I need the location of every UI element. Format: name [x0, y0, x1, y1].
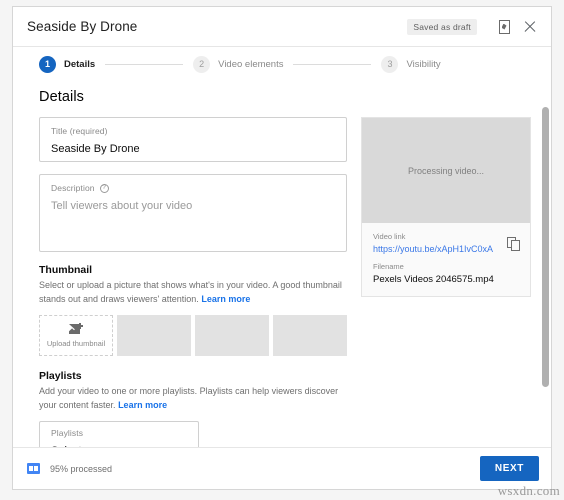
thumbnail-learn-more-link[interactable]: Learn more [201, 294, 250, 304]
step-label: Video elements [218, 58, 284, 70]
help-circle-icon[interactable]: ? [99, 183, 109, 193]
next-button[interactable]: NEXT [479, 456, 539, 481]
form-column: Title (required) Seaside By Drone Descri… [39, 117, 347, 447]
video-metadata: Video link https://youtu.be/xApH1IvC0xA … [362, 223, 530, 296]
video-link-label: Video link [373, 232, 406, 241]
send-feedback-button[interactable] [493, 16, 515, 38]
thumbnail-placeholder[interactable] [117, 315, 191, 356]
title-input[interactable]: Seaside By Drone [51, 143, 336, 155]
step-number: 1 [39, 55, 56, 73]
copy-icon[interactable] [507, 237, 520, 251]
video-preview: Processing video... [362, 118, 530, 223]
page-root: Seaside By Drone Saved as draft 1 Detail… [0, 0, 564, 500]
image-add-icon [69, 323, 83, 335]
thumbnail-placeholder[interactable] [195, 315, 269, 356]
playlists-heading: Playlists [39, 370, 82, 382]
playlists-select[interactable]: Playlists Select [39, 421, 199, 447]
scrollbar-thumb[interactable] [542, 107, 549, 387]
playlists-description-text: Add your video to one or more playlists.… [39, 386, 339, 410]
upload-status-text: 95% processed [50, 463, 113, 474]
description-field[interactable]: Description ? Tell viewers about your vi… [39, 174, 347, 252]
description-label: Description ? [51, 183, 336, 193]
playlists-description: Add your video to one or more playlists.… [39, 385, 347, 412]
body-scrollbar[interactable] [542, 85, 549, 447]
upload-status-icon [27, 463, 40, 474]
upload-video-dialog: Seaside By Drone Saved as draft 1 Detail… [12, 6, 552, 490]
filename-label: Filename [373, 262, 404, 271]
page-title: Seaside By Drone [27, 19, 138, 34]
upload-thumbnail-button[interactable]: Upload thumbnail [39, 315, 113, 356]
step-video-elements[interactable]: 2 Video elements [193, 55, 284, 73]
video-preview-card: Processing video... Video link https://y… [361, 117, 531, 297]
stepper: 1 Details 2 Video elements 3 Visibility [13, 47, 551, 81]
step-connector [293, 63, 372, 65]
step-connector [105, 63, 184, 65]
playlists-select-value: Select [51, 445, 180, 447]
step-label: Details [64, 58, 96, 70]
close-icon [523, 20, 537, 34]
thumbnail-options: Upload thumbnail [39, 315, 347, 356]
description-label-text: Description [51, 183, 95, 193]
site-watermark: wsxdn.com [497, 483, 560, 498]
metadata-spacer [373, 254, 520, 262]
playlists-learn-more-link[interactable]: Learn more [118, 400, 167, 410]
status-badge: Saved as draft [407, 18, 477, 35]
step-details[interactable]: 1 Details [39, 55, 96, 73]
thumbnail-heading: Thumbnail [39, 264, 93, 276]
playlists-select-inner: Playlists Select [51, 428, 180, 447]
thumbnail-placeholder[interactable] [273, 315, 347, 356]
close-button[interactable] [519, 16, 541, 38]
send-feedback-icon [498, 19, 511, 34]
dialog-body: Details Title (required) Seaside By Dron… [13, 81, 551, 447]
scroll-content: Details Title (required) Seaside By Dron… [13, 81, 551, 447]
playlists-select-label: Playlists [51, 428, 84, 438]
video-link-value[interactable]: https://youtu.be/xApH1IvC0xA [373, 244, 520, 254]
step-visibility[interactable]: 3 Visibility [381, 55, 441, 73]
dialog-footer: 95% processed NEXT [13, 447, 551, 489]
step-number: 2 [193, 55, 211, 73]
step-number: 3 [381, 55, 399, 73]
step-label: Visibility [406, 58, 441, 70]
filename-value: Pexels Videos 2046575.mp4 [373, 274, 494, 285]
processing-text: Processing video... [407, 165, 485, 176]
thumbnail-description-text: Select or upload a picture that shows wh… [39, 280, 342, 304]
title-label: Title (required) [51, 126, 108, 136]
content-columns: Title (required) Seaside By Drone Descri… [39, 117, 531, 447]
video-panel-column: Processing video... Video link https://y… [361, 117, 531, 447]
description-input[interactable]: Tell viewers about your video [51, 200, 336, 212]
title-field[interactable]: Title (required) Seaside By Drone [39, 117, 347, 162]
dialog-header: Seaside By Drone Saved as draft [13, 7, 551, 47]
thumbnail-description: Select or upload a picture that shows wh… [39, 279, 347, 306]
upload-thumbnail-label: Upload thumbnail [46, 339, 106, 348]
details-heading: Details [39, 89, 85, 105]
